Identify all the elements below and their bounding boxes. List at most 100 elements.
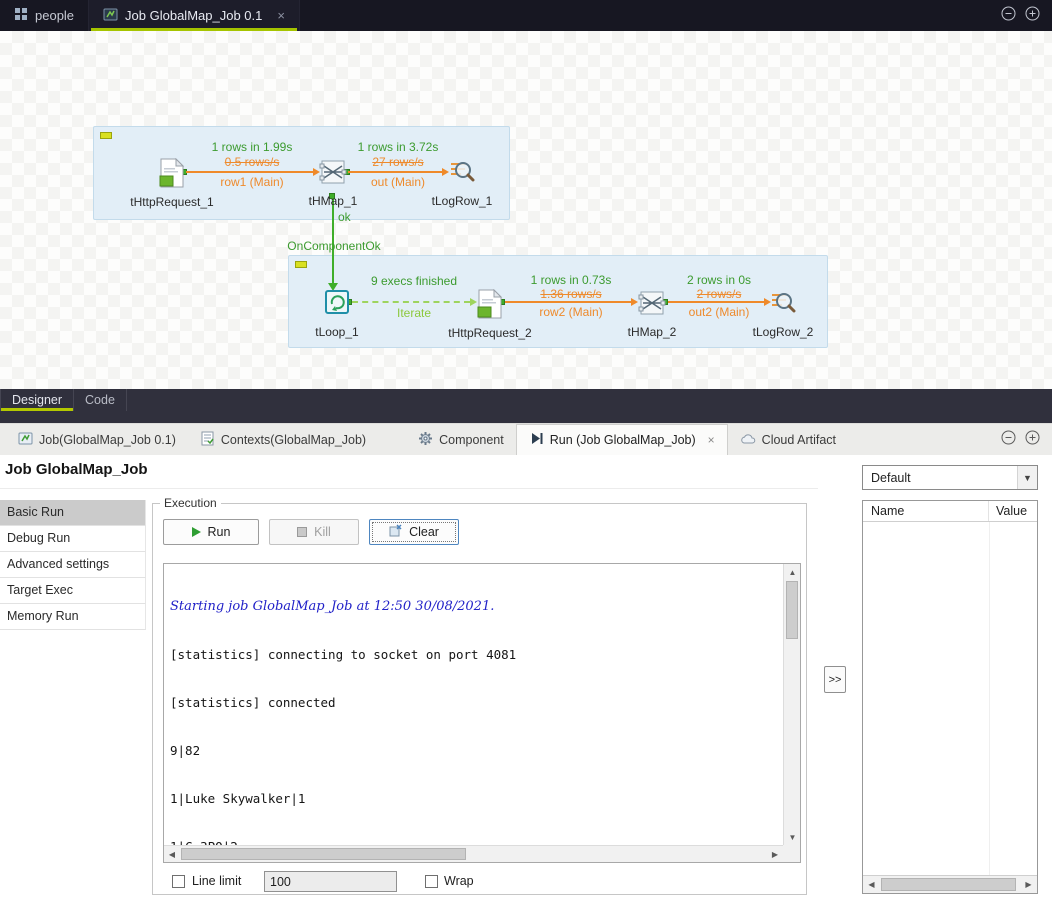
horizontal-scroll-thumb[interactable] bbox=[881, 878, 1016, 891]
tab-component-view[interactable]: Component bbox=[406, 424, 516, 455]
tab-contexts-view[interactable]: Contexts(GlobalMap_Job) bbox=[188, 424, 378, 455]
run-button[interactable]: Run bbox=[163, 519, 259, 545]
tab-job-globalmap[interactable]: Job GlobalMap_Job 0.1 × bbox=[89, 0, 300, 31]
component-label[interactable]: tHttpRequest_2 bbox=[445, 326, 535, 340]
editor-tab-bar: people Job GlobalMap_Job 0.1 × bbox=[0, 0, 1052, 31]
view-tab-bar: Job(GlobalMap_Job 0.1) Contexts(GlobalMa… bbox=[0, 423, 1052, 455]
column-header-value[interactable]: Value bbox=[989, 501, 1037, 521]
scroll-left-icon[interactable]: ◀ bbox=[164, 846, 180, 863]
component-label[interactable]: tHMap_2 bbox=[607, 325, 697, 339]
button-label: Kill bbox=[314, 525, 331, 539]
variables-horizontal-scrollbar[interactable]: ◀ ▶ bbox=[863, 875, 1037, 893]
out-stats-label: 1 rows in 3.72s bbox=[358, 140, 439, 154]
component-label[interactable]: tLogRow_2 bbox=[738, 325, 828, 339]
run-view-icon bbox=[529, 431, 544, 449]
horizontal-scroll-thumb[interactable] bbox=[181, 848, 466, 860]
view-window-buttons bbox=[1001, 424, 1052, 455]
tloop-icon bbox=[324, 289, 350, 323]
component-tlogrow-2[interactable]: tLogRow_2 bbox=[738, 289, 828, 339]
job-icon bbox=[18, 431, 33, 449]
component-thmap-1[interactable]: tHMap_1 bbox=[288, 158, 378, 208]
line-limit-input[interactable] bbox=[264, 871, 397, 892]
out2-stats-label: 2 rows in 0s bbox=[687, 273, 751, 287]
wrap-checkbox[interactable] bbox=[425, 875, 438, 888]
table-icon bbox=[14, 7, 28, 24]
minimize-icon[interactable] bbox=[1001, 430, 1016, 450]
tab-label: people bbox=[35, 8, 74, 23]
kill-button[interactable]: Kill bbox=[269, 519, 359, 545]
tab-designer[interactable]: Designer bbox=[1, 389, 74, 411]
column-divider bbox=[989, 522, 990, 875]
clear-button[interactable]: Clear bbox=[369, 519, 459, 545]
console-line: 9|82 bbox=[170, 743, 777, 759]
component-thttprequest-1[interactable]: tHttpRequest_1 bbox=[127, 158, 217, 209]
tab-label: Designer bbox=[12, 393, 62, 407]
console-vertical-scrollbar[interactable]: ▲ ▼ bbox=[783, 564, 800, 845]
tab-people[interactable]: people bbox=[0, 0, 89, 31]
expand-variables-button[interactable]: >> bbox=[824, 666, 846, 693]
tab-run-view[interactable]: Run (Job GlobalMap_Job) × bbox=[516, 424, 728, 455]
execution-legend: Execution bbox=[160, 496, 221, 510]
tab-label: Contexts(GlobalMap_Job) bbox=[221, 433, 366, 447]
tab-label: Component bbox=[439, 433, 504, 447]
row2-stats-label: 1 rows in 0.73s bbox=[531, 273, 612, 287]
window-buttons bbox=[1001, 0, 1052, 31]
maximize-icon[interactable] bbox=[1025, 430, 1040, 450]
wrap-label: Wrap bbox=[444, 874, 474, 888]
iterate-link-label[interactable]: Iterate bbox=[397, 306, 431, 320]
scroll-right-icon[interactable]: ▶ bbox=[1020, 876, 1037, 893]
maximize-icon[interactable] bbox=[1025, 6, 1040, 26]
stop-icon bbox=[297, 527, 307, 537]
column-header-name[interactable]: Name bbox=[863, 501, 989, 521]
scroll-up-icon[interactable]: ▲ bbox=[784, 564, 801, 580]
thmap-icon bbox=[319, 158, 347, 192]
component-label[interactable]: tLoop_1 bbox=[292, 325, 382, 339]
cloud-icon bbox=[740, 432, 756, 448]
scroll-right-icon[interactable]: ▶ bbox=[767, 846, 783, 863]
row1-link-label[interactable]: row1 (Main) bbox=[220, 175, 283, 189]
component-tloop-1[interactable]: tLoop_1 bbox=[292, 289, 382, 339]
tab-label: Run (Job GlobalMap_Job) bbox=[550, 433, 696, 447]
row2-link-label[interactable]: row2 (Main) bbox=[539, 305, 602, 319]
component-thttprequest-2[interactable]: tHttpRequest_2 bbox=[445, 289, 535, 340]
nav-item-debug-run[interactable]: Debug Run bbox=[0, 526, 146, 552]
execution-console[interactable]: Starting job GlobalMap_Job at 12:50 30/0… bbox=[163, 563, 801, 863]
tab-cloud-artifact-view[interactable]: Cloud Artifact bbox=[728, 424, 848, 455]
console-line: 1|Luke Skywalker|1 bbox=[170, 791, 777, 807]
tab-label: Job GlobalMap_Job 0.1 bbox=[125, 8, 262, 23]
run-view-panel: Job GlobalMap_Job Default ▼ Basic Run De… bbox=[0, 455, 1052, 910]
nav-item-target-exec[interactable]: Target Exec bbox=[0, 578, 146, 604]
tab-job-view[interactable]: Job(GlobalMap_Job 0.1) bbox=[6, 424, 188, 455]
chevron-down-icon[interactable]: ▼ bbox=[1017, 466, 1037, 489]
subjob-1-collapse-handle[interactable] bbox=[100, 132, 112, 139]
button-label: Run bbox=[208, 525, 231, 539]
line-limit-checkbox[interactable] bbox=[172, 875, 185, 888]
component-label[interactable]: tLogRow_1 bbox=[417, 194, 507, 208]
nav-item-memory-run[interactable]: Memory Run bbox=[0, 604, 146, 630]
scroll-left-icon[interactable]: ◀ bbox=[863, 876, 880, 893]
context-select[interactable]: Default ▼ bbox=[862, 465, 1038, 490]
thttprequest-icon bbox=[159, 158, 185, 192]
nav-item-advanced-settings[interactable]: Advanced settings bbox=[0, 552, 146, 578]
nav-item-basic-run[interactable]: Basic Run bbox=[0, 500, 146, 526]
close-icon[interactable]: × bbox=[708, 433, 715, 447]
row1-rate-label: 0.5 rows/s bbox=[225, 155, 280, 169]
console-output: Starting job GlobalMap_Job at 12:50 30/0… bbox=[164, 564, 783, 845]
component-tlogrow-1[interactable]: tLogRow_1 bbox=[417, 158, 507, 208]
tlogrow-icon bbox=[770, 289, 796, 323]
tab-label: Job(GlobalMap_Job 0.1) bbox=[39, 433, 176, 447]
contexts-icon bbox=[200, 431, 215, 449]
job-designer-canvas[interactable]: ok OnComponentOk 1 rows in 1.99s 0.5 row… bbox=[0, 31, 1052, 389]
component-thmap-2[interactable]: tHMap_2 bbox=[607, 289, 697, 339]
component-label[interactable]: tHttpRequest_1 bbox=[127, 195, 217, 209]
console-horizontal-scrollbar[interactable]: ◀ ▶ bbox=[164, 845, 783, 862]
console-line: [statistics] connecting to socket on por… bbox=[170, 647, 777, 663]
vertical-scroll-thumb[interactable] bbox=[786, 581, 798, 639]
oncomponentok-label[interactable]: OnComponentOk bbox=[287, 239, 380, 253]
scroll-down-icon[interactable]: ▼ bbox=[784, 829, 801, 845]
minimize-icon[interactable] bbox=[1001, 6, 1016, 26]
tab-code[interactable]: Code bbox=[74, 389, 127, 411]
subjob-2-collapse-handle[interactable] bbox=[295, 261, 307, 268]
close-icon[interactable]: × bbox=[277, 8, 285, 23]
component-label[interactable]: tHMap_1 bbox=[288, 194, 378, 208]
